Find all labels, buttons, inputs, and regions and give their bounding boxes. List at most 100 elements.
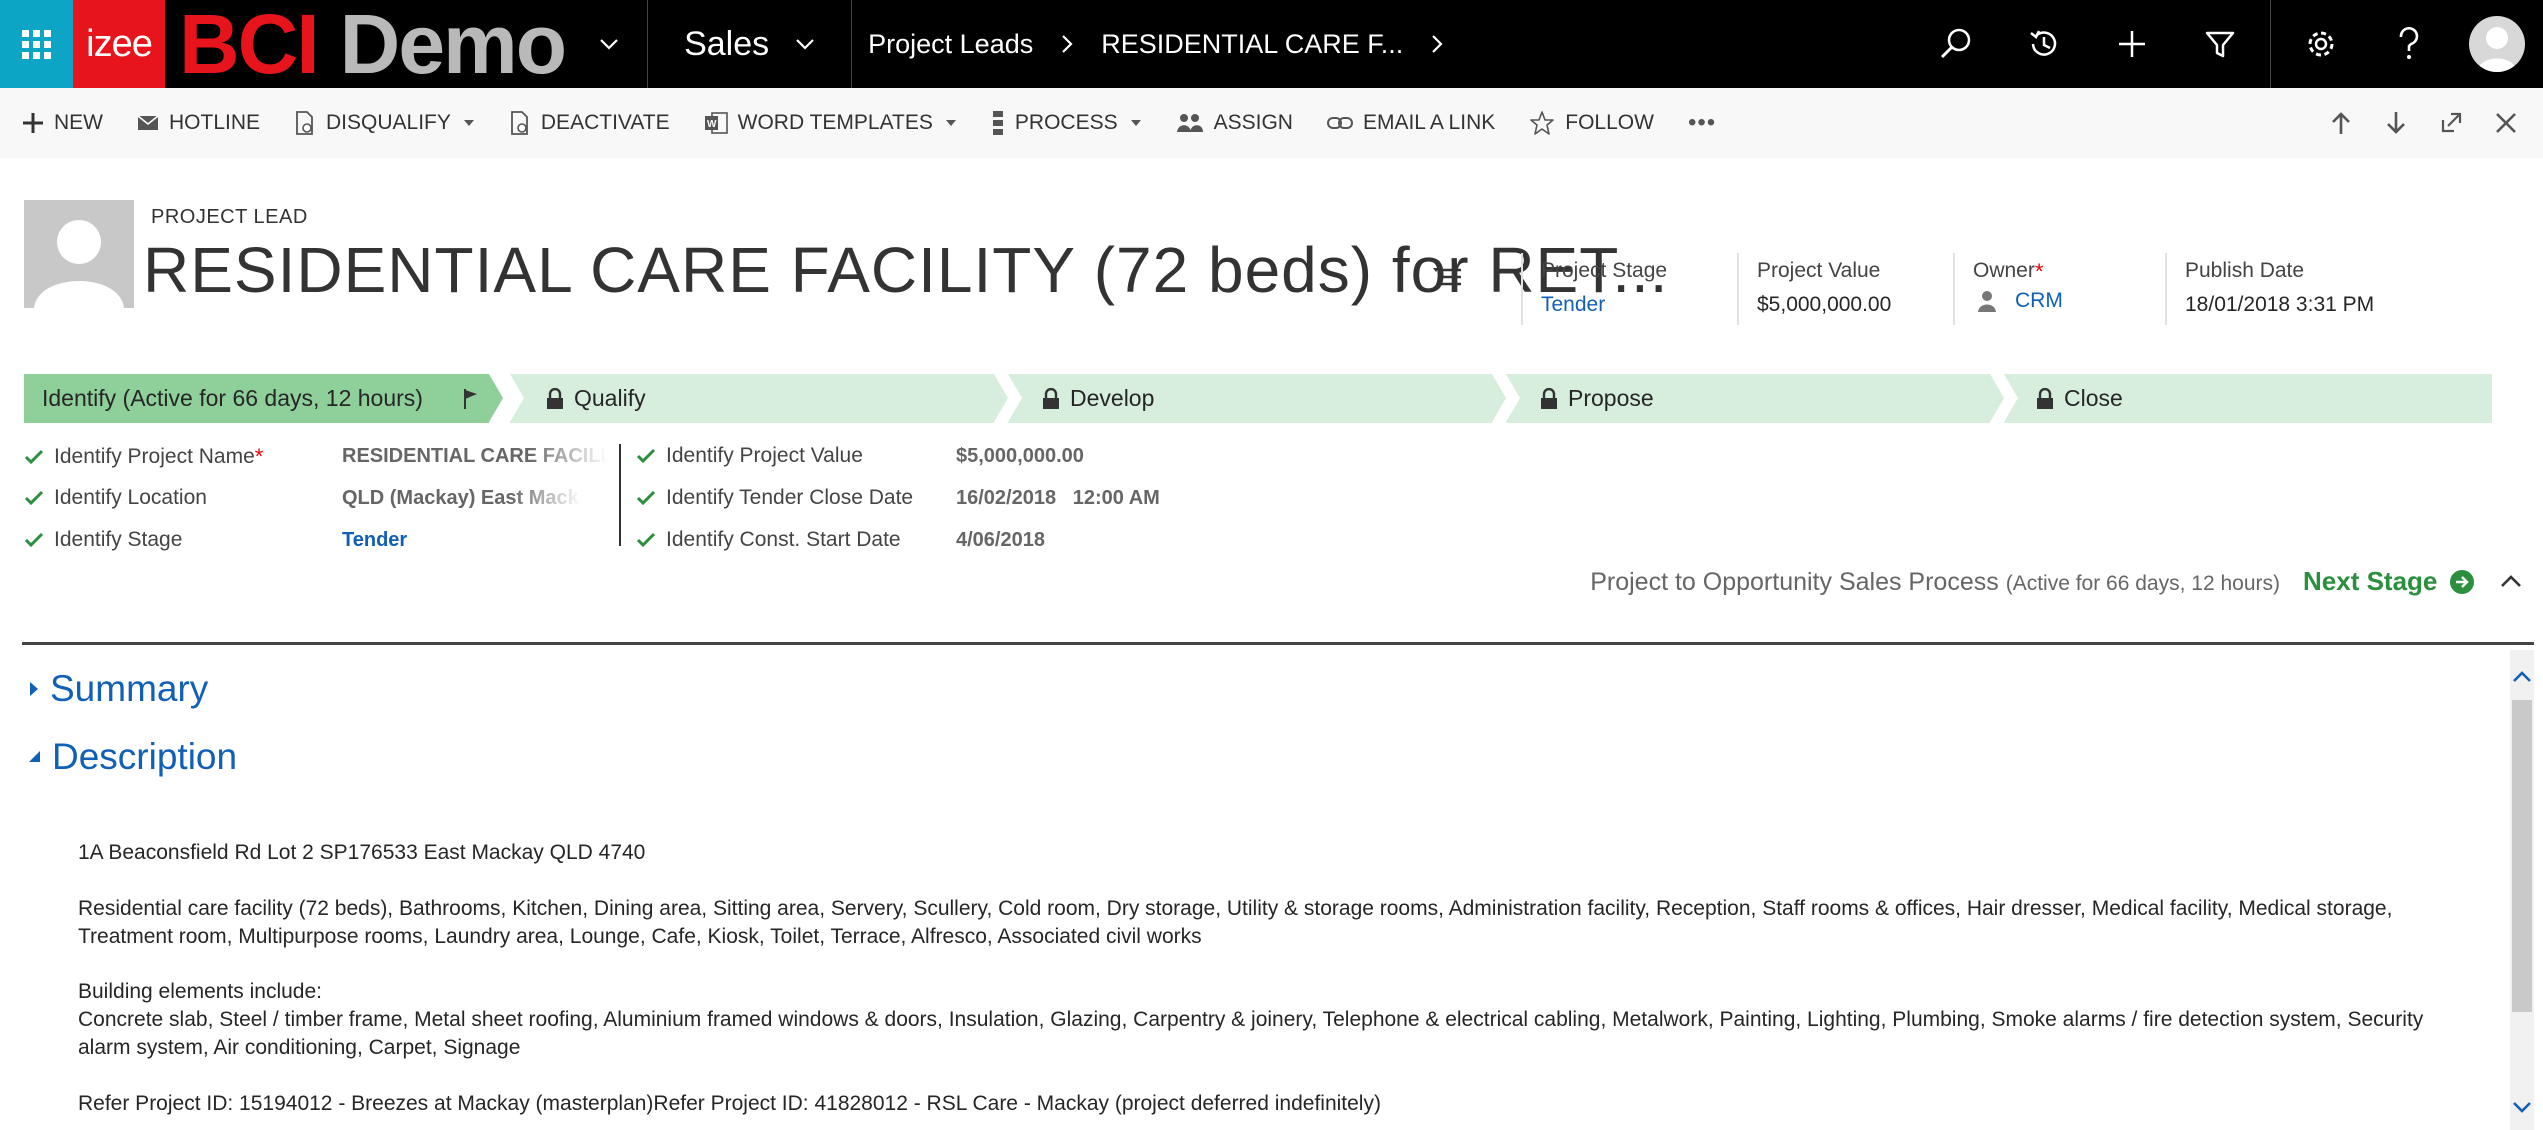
location-value[interactable]: QLD (Mackay) East Mackay [342, 487, 582, 510]
project-value-label: Project Value [1757, 259, 1881, 282]
arrow-up-icon[interactable] [2313, 88, 2368, 158]
deactivate-button-label: DEACTIVATE [540, 111, 670, 134]
caret-down-icon [463, 120, 474, 126]
assign-button[interactable]: ASSIGN [1176, 111, 1293, 135]
breadcrumb-record[interactable]: RESIDENTIAL CARE F... [1101, 29, 1403, 60]
checkmark-icon [636, 532, 656, 548]
user-avatar[interactable] [2469, 16, 2525, 72]
recent-history-icon[interactable] [2000, 0, 2088, 88]
more-commands-button[interactable]: ••• [1688, 109, 1716, 137]
tender-close-date-value[interactable]: 16/02/2018 12:00 AM [956, 487, 1160, 510]
lock-icon [547, 387, 563, 409]
owner-link[interactable]: CRM [2015, 289, 2063, 313]
stage-arrow [1990, 374, 2004, 422]
settings-gear-icon[interactable] [2277, 0, 2365, 88]
stage-identify-label: Identify (Active for 66 days, 12 hours) [42, 385, 423, 411]
breadcrumb-project-leads[interactable]: Project Leads [868, 29, 1033, 60]
checkmark-icon [636, 448, 656, 464]
form-scrollbar-thumb[interactable] [2512, 700, 2532, 1012]
stage-notch [510, 374, 524, 422]
waffle-icon [22, 29, 51, 59]
stage-field-project-name: Identify Project Name * [24, 444, 263, 470]
collapse-process-chevron-up-icon[interactable] [2500, 574, 2522, 593]
stage-qualify-label: Qualify [574, 385, 646, 411]
stage-propose-label: Propose [1568, 385, 1654, 411]
follow-button[interactable]: FOLLOW [1529, 110, 1654, 136]
envelope-icon [137, 115, 159, 130]
process-flow-icon [992, 111, 1003, 135]
area-selector[interactable]: Sales [648, 0, 851, 88]
section-summary-title: Summary [50, 668, 209, 709]
project-value-value[interactable]: $5,000,000.00 [1757, 293, 1891, 317]
help-icon[interactable] [2365, 0, 2453, 88]
flag-icon [463, 388, 477, 409]
breadcrumb: Project Leads RESIDENTIAL CARE F... [852, 0, 1471, 88]
assign-button-label: ASSIGN [1213, 111, 1293, 134]
pop-out-icon[interactable] [2423, 88, 2478, 158]
nav-right-tools [1912, 0, 2543, 88]
hotline-button-label: HOTLINE [169, 111, 261, 134]
new-button-label: NEW [54, 111, 103, 134]
deactivate-button[interactable]: DEACTIVATE [509, 111, 670, 135]
const-start-date-label: Identify Const. Start Date [666, 528, 901, 551]
form-selector-menu-icon[interactable] [1432, 266, 1462, 293]
advanced-find-filter-icon[interactable] [2176, 0, 2264, 88]
disqualify-button[interactable]: DISQUALIFY [294, 111, 475, 135]
identify-project-value-value[interactable]: $5,000,000.00 [956, 445, 1084, 468]
process-stage-qualify[interactable]: Qualify [510, 374, 994, 423]
chevron-right-icon[interactable] [1431, 34, 1443, 54]
project-stage-value[interactable]: Tender [1541, 293, 1667, 317]
hotline-button[interactable]: HOTLINE [137, 111, 260, 135]
tender-close-date-label: Identify Tender Close Date [666, 486, 914, 509]
logo-demo: Demo [339, 0, 567, 91]
stage-arrow [994, 374, 1008, 422]
scroll-up-chevron-icon[interactable] [2510, 668, 2534, 689]
caret-down-icon [945, 120, 956, 126]
stage-field-location: Identify Location [24, 486, 207, 510]
app-switcher-chevron-icon[interactable] [599, 38, 619, 50]
new-button[interactable]: NEW [22, 111, 103, 135]
header-divider [22, 642, 2534, 645]
stage-field-tender-close-date: Identify Tender Close Date [636, 486, 913, 510]
publish-date-value[interactable]: 18/01/2018 3:31 PM [2185, 293, 2374, 317]
email-a-link-button[interactable]: EMAIL A LINK [1326, 111, 1496, 135]
top-navigation-bar: izee BCI Demo Sales Project Leads RESIDE… [0, 0, 2543, 88]
app-launcher-button[interactable] [0, 0, 73, 88]
record-image-placeholder[interactable] [24, 200, 134, 308]
process-name: Project to Opportunity Sales Process (Ac… [1590, 568, 2280, 597]
chevron-right-icon [1061, 34, 1073, 54]
project-name-value[interactable]: RESIDENTIAL CARE FACILITY [342, 445, 607, 468]
close-icon[interactable] [2478, 88, 2533, 158]
section-description-toggle[interactable]: Description [28, 736, 237, 778]
stage-develop-label: Develop [1070, 385, 1155, 411]
owner-value[interactable]: CRM [1973, 289, 2063, 313]
project-stage-label: Project Stage [1541, 259, 1668, 282]
description-address: 1A Beaconsfield Rd Lot 2 SP176533 East M… [78, 841, 646, 864]
area-label: Sales [684, 24, 770, 63]
arrow-down-icon[interactable] [2368, 88, 2423, 158]
search-icon[interactable] [1912, 0, 2000, 88]
triangle-right-icon [30, 682, 38, 696]
process-stage-propose[interactable]: Propose [1506, 374, 1990, 423]
stage-notch [2004, 374, 2018, 422]
process-stage-develop[interactable]: Develop [1008, 374, 1492, 423]
const-start-date-value[interactable]: 4/06/2018 [956, 529, 1045, 552]
process-stage-close[interactable]: Close [2004, 374, 2492, 423]
lock-icon [1541, 387, 1557, 409]
create-new-icon[interactable] [2088, 0, 2176, 88]
checkmark-icon [636, 490, 656, 506]
word-templates-button[interactable]: W WORD TEMPLATES [704, 111, 957, 135]
process-button[interactable]: PROCESS [991, 110, 1142, 136]
required-asterisk: * [2034, 259, 2044, 284]
email-a-link-button-label: EMAIL A LINK [1362, 111, 1496, 134]
more-commands-ellipsis-icon: ••• [1687, 109, 1717, 136]
word-document-icon: W [704, 112, 728, 134]
process-button-label: PROCESS [1014, 111, 1118, 134]
section-summary-toggle[interactable]: Summary [28, 668, 208, 710]
stage-field-project-value: Identify Project Value [636, 444, 863, 468]
scroll-down-chevron-icon[interactable] [2510, 1100, 2534, 1121]
next-stage-button[interactable]: Next Stage [2303, 566, 2475, 597]
process-stage-identify[interactable]: Identify (Active for 66 days, 12 hours) [24, 374, 489, 423]
publish-date-label: Publish Date [2185, 259, 2305, 282]
stage-value[interactable]: Tender [342, 529, 407, 552]
